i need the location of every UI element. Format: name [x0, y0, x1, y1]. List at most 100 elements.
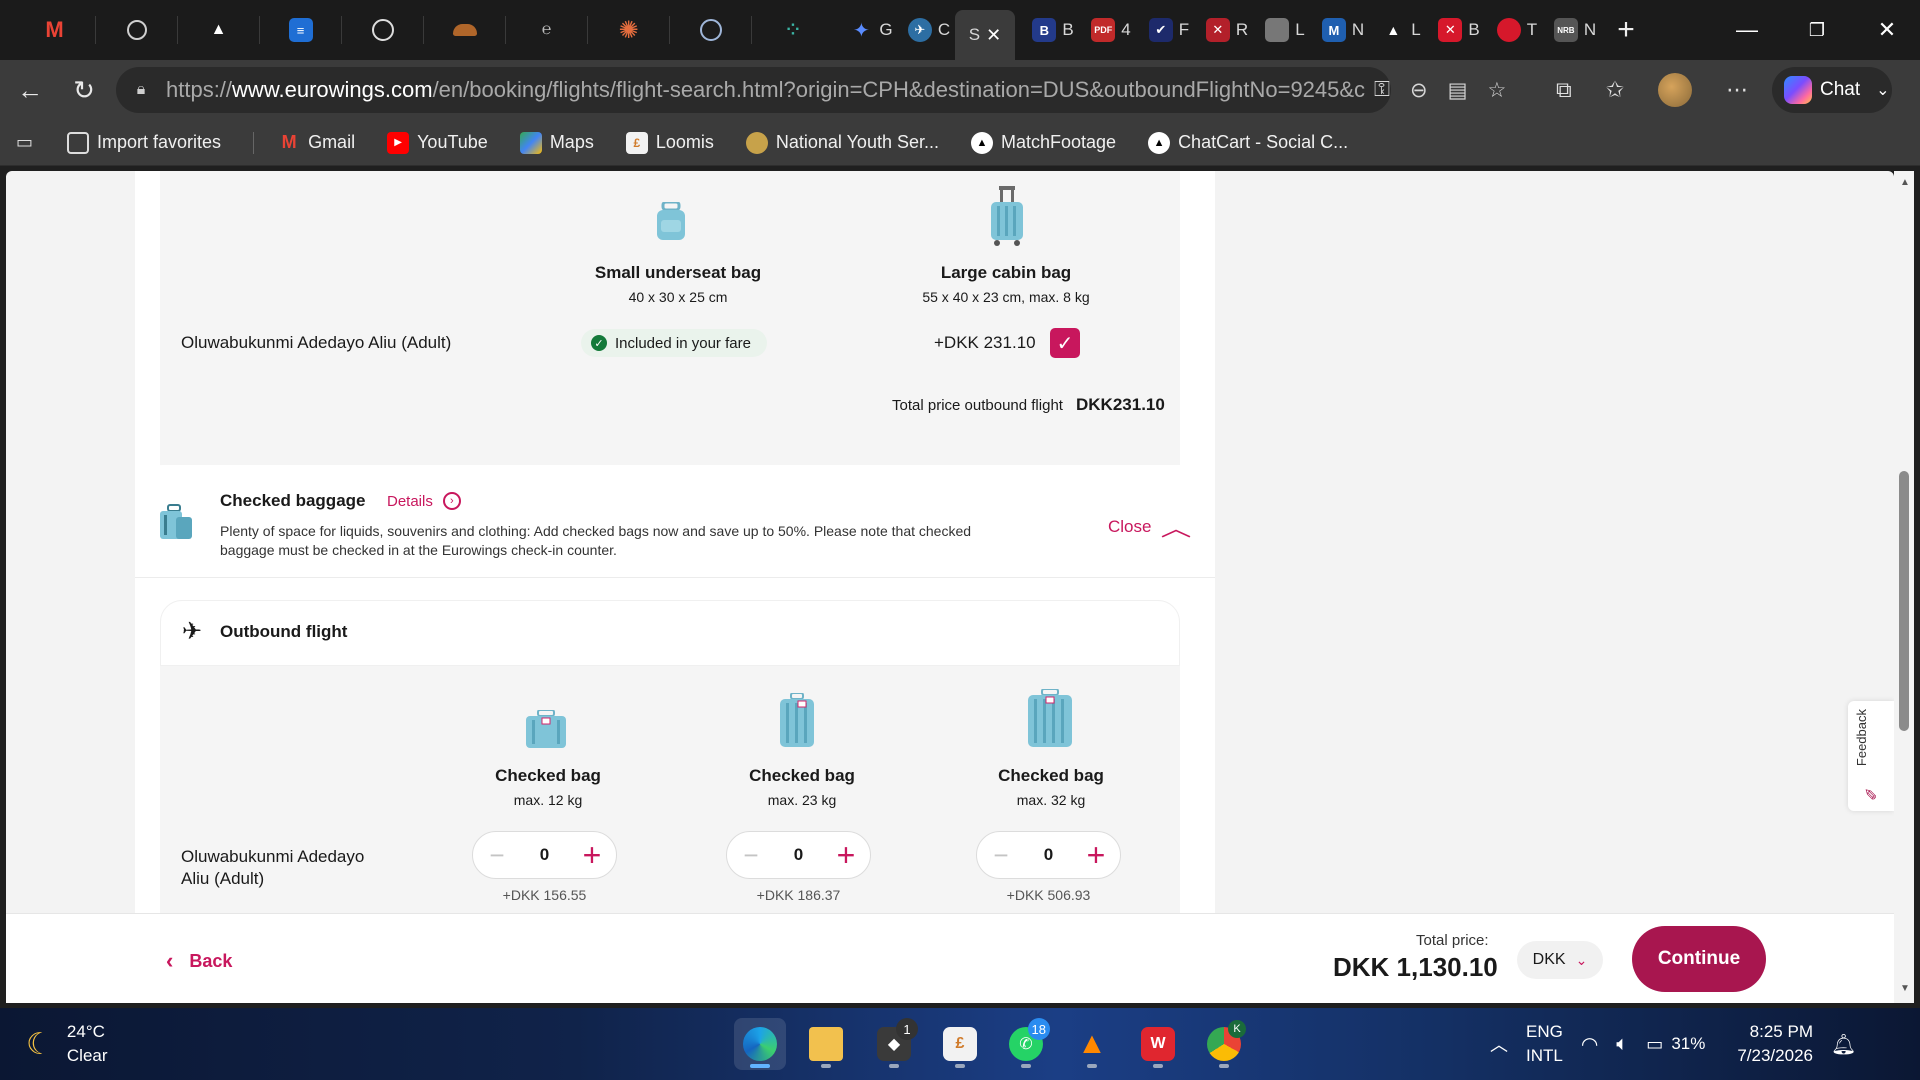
divider	[253, 131, 255, 154]
tab-inbox[interactable]	[670, 16, 752, 44]
new-tab-button[interactable]: +	[1606, 8, 1646, 52]
close-section-button[interactable]: Close ︿	[1108, 511, 1192, 543]
tab-m[interactable]: M N	[1314, 8, 1372, 52]
address-bar[interactable]: 🔒︎ https://www.eurowings.com/en/booking/…	[116, 67, 1391, 113]
tab-stack[interactable]: ≡	[260, 16, 342, 44]
favorites-icon[interactable]: ✩	[1606, 77, 1624, 103]
bookmark-loomis[interactable]: £ Loomis	[625, 131, 714, 154]
windows-icon	[677, 1027, 711, 1061]
taskbar-chrome[interactable]: K	[1198, 1018, 1250, 1070]
tab-gmail[interactable]: M	[14, 16, 96, 44]
tab-label: G	[879, 20, 893, 39]
bookmark-gmail[interactable]: M Gmail	[278, 132, 356, 154]
volume-icon[interactable]: 🔈︎	[1616, 1033, 1628, 1056]
tab-nrb[interactable]: NRB N	[1546, 8, 1604, 52]
currency-select[interactable]: DKK ⌄	[1517, 941, 1603, 979]
taskbar-vlc[interactable]: ▲	[1066, 1018, 1118, 1070]
tab-openai[interactable]	[96, 16, 178, 44]
taskbar-loomis[interactable]: £	[934, 1018, 986, 1070]
weather-widget[interactable]: ☾ 24°C Clear	[26, 1008, 108, 1080]
start-button[interactable]	[668, 1018, 720, 1070]
close-tab-icon[interactable]: ✕	[986, 25, 1001, 46]
bookmark-nysc[interactable]: National Youth Ser...	[745, 131, 939, 154]
more-icon[interactable]: ⋯	[1726, 77, 1748, 103]
back-label: Back	[189, 950, 233, 971]
notification-bell-icon[interactable]: 🔔︎	[1831, 1032, 1856, 1057]
bookmark-youtube[interactable]: ▶ YouTube	[387, 131, 488, 154]
gmail-icon: M	[281, 132, 297, 152]
chevron-down-icon: ⌄	[1876, 82, 1890, 99]
checked-bag-23kg-stepper[interactable]: − 0 +	[726, 831, 871, 879]
restore-button[interactable]: ❐	[1782, 0, 1852, 60]
favorite-star-icon[interactable]: ☆	[1487, 78, 1506, 103]
large-cabin-bag-checkbox[interactable]: ✓	[1050, 328, 1080, 358]
feedback-tab[interactable]: Feedback ✎	[1848, 701, 1894, 811]
checked-passenger-name-1: Oluwabukunmi Adedayo	[181, 847, 365, 866]
checked-bag-32kg-stepper[interactable]: − 0 +	[976, 831, 1121, 879]
back-link[interactable]: ‹ Back	[166, 948, 232, 974]
taskbar-whatsapp[interactable]: ✆ 18	[1000, 1018, 1052, 1070]
tab-image[interactable]: L	[1256, 8, 1314, 52]
zoom-icon[interactable]: ⊖	[1410, 78, 1428, 103]
url-text[interactable]: https://www.eurowings.com/en/booking/fli…	[166, 77, 1366, 103]
tab-compass[interactable]: ✈ C	[900, 8, 958, 52]
reader-icon[interactable]: ▤	[1448, 78, 1468, 103]
bookmark-matchfootage[interactable]: ▲ MatchFootage	[970, 131, 1116, 154]
increment-button[interactable]: +	[834, 839, 858, 871]
tab-triangle[interactable]: ▲	[178, 16, 260, 44]
decrement-button[interactable]: −	[739, 840, 763, 871]
close-window-button[interactable]: ✕	[1852, 0, 1920, 60]
scroll-down-icon[interactable]: ▼	[1900, 983, 1910, 994]
checked-bag-12kg-stepper[interactable]: − 0 +	[472, 831, 617, 879]
tab-turkish[interactable]: T	[1488, 8, 1546, 52]
bookmark-maps[interactable]: Maps	[519, 131, 594, 154]
extensions-icon[interactable]: ⧉	[1556, 77, 1572, 103]
wifi-icon[interactable]: ◠	[1581, 1032, 1598, 1057]
tab-x-red-2[interactable]: ✕ B	[1430, 8, 1488, 52]
tab-label: N	[1351, 20, 1365, 39]
tab-claude[interactable]: ✺	[588, 16, 670, 44]
copilot-chat-button[interactable]: Chat ⌄	[1772, 67, 1892, 113]
bookmark-import-favorites[interactable]: Import favorites	[67, 131, 221, 154]
battery-icon[interactable]: ▭	[1646, 1034, 1663, 1055]
tab-actions-icon[interactable]: ▭	[16, 132, 33, 153]
tab-b[interactable]: B B	[1024, 8, 1082, 52]
decrement-button[interactable]: −	[989, 840, 1013, 871]
clock[interactable]: 8:25 PM 7/23/2026	[1737, 1020, 1813, 1068]
details-link[interactable]: Details ›	[387, 492, 461, 510]
tab-pdf[interactable]: PDF 4	[1082, 8, 1140, 52]
tab-x-red[interactable]: ✕ R	[1198, 8, 1256, 52]
key-icon[interactable]: ⚿	[1374, 78, 1390, 102]
copilot-icon	[1784, 76, 1812, 104]
nysc-icon	[745, 131, 768, 154]
tab-label: F	[1178, 20, 1190, 39]
tab-eurowings-active[interactable]: S ✕	[955, 10, 1015, 60]
page-scrollbar[interactable]: ▲ ▼	[1894, 171, 1914, 1003]
taskbar-edge[interactable]	[734, 1018, 786, 1070]
scroll-up-icon[interactable]: ▲	[1900, 177, 1910, 188]
bookmark-chatcart[interactable]: ▲ ChatCart - Social C...	[1148, 131, 1348, 154]
url-path: /en/booking/flights/flight-search.html?o…	[432, 77, 1366, 102]
taskbar-file-explorer[interactable]	[800, 1018, 852, 1070]
tab-dots[interactable]: ⁘	[752, 16, 834, 44]
language-indicator[interactable]: ENG INTL	[1526, 1020, 1563, 1068]
back-button[interactable]: ←	[6, 66, 54, 114]
taskbar-terminal[interactable]: ◆ 1	[868, 1018, 920, 1070]
increment-button[interactable]: +	[580, 839, 604, 871]
minimize-button[interactable]: —	[1712, 0, 1782, 60]
increment-button[interactable]: +	[1084, 839, 1108, 871]
continue-button[interactable]: Continue	[1632, 926, 1766, 992]
chevron-up-icon[interactable]: ︿	[1490, 1031, 1508, 1057]
refresh-button[interactable]: ↻	[60, 66, 108, 114]
tab-cloud[interactable]	[424, 16, 506, 44]
tab-gemini[interactable]: ✦ G	[842, 8, 900, 52]
tab-check[interactable]: ✔ F	[1140, 8, 1198, 52]
avatar[interactable]	[1658, 73, 1693, 107]
taskbar-wps[interactable]: W	[1132, 1018, 1184, 1070]
tab-github[interactable]	[342, 16, 424, 44]
scrollbar-thumb[interactable]	[1899, 471, 1909, 731]
tab-label: N	[1583, 20, 1597, 39]
tab-circle-e[interactable]: ℮	[506, 16, 588, 44]
decrement-button[interactable]: −	[485, 840, 509, 871]
tab-triangle-2[interactable]: ▲ L	[1372, 8, 1430, 52]
